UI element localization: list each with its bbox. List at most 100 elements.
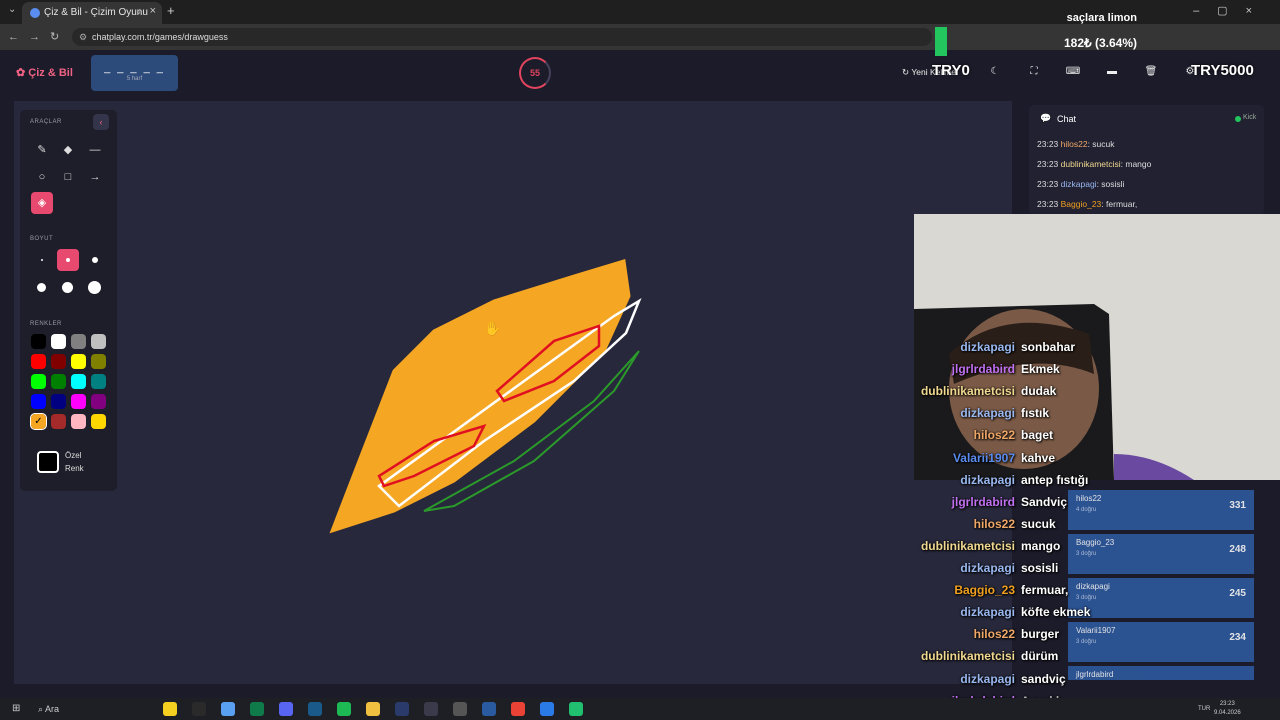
rectangle-icon[interactable]: □ [57,166,79,188]
chat-user: hilos22 [1060,139,1088,149]
edge-icon[interactable] [221,702,235,716]
trash-icon[interactable]: 🗑 [1142,63,1160,81]
size-xl-button[interactable] [57,277,79,299]
start-icon[interactable]: ⊞ [12,703,20,714]
palette-icon: ✿ [16,67,29,79]
new-tab-button[interactable]: + [167,3,175,18]
color-swatch[interactable] [71,414,86,429]
color-swatch[interactable] [31,354,46,369]
chat-app-icon[interactable] [569,702,583,716]
notes-icon[interactable] [540,702,554,716]
color-swatch[interactable] [71,354,86,369]
site-info-icon[interactable]: ⚙ [79,32,87,43]
input-language[interactable]: TUR [1198,706,1210,712]
overlay-chat-text: sonbahar [1021,340,1076,354]
color-swatch[interactable] [91,354,106,369]
leaderboard-points: 331 [1229,500,1246,511]
color-swatch[interactable] [91,334,106,349]
color-swatch[interactable] [71,394,86,409]
taskview-icon[interactable] [192,702,206,716]
color-swatch[interactable] [71,334,86,349]
color-swatch[interactable] [31,374,46,389]
excel-icon[interactable] [250,702,264,716]
address-bar[interactable]: ⚙ chatplay.com.tr/games/drawguess [72,28,932,46]
dark-mode-icon[interactable]: ☾ [986,63,1004,81]
line-icon[interactable]: — [84,139,106,161]
color-swatch[interactable] [91,374,106,389]
keyboard-icon[interactable]: ⌨ [1064,63,1082,81]
leaderboard-name: Baggio_23 [1076,538,1115,547]
leaderboard-points: 248 [1229,544,1246,555]
color-swatch[interactable] [91,414,106,429]
leaderboard-sub: 3 doğru [1076,639,1097,645]
arrow-icon[interactable]: → [84,166,106,188]
donation-amount: 182₺ (3.64%) [1064,36,1138,50]
tab-title: Çiz & Bil - Çizim Oyunu [44,7,148,18]
color-swatch[interactable]: ✓ [30,413,47,430]
overlay-chat-text: antep fıstığı [1021,472,1089,487]
browser-tab[interactable]: Çiz & Bil - Çizim Oyunu ♪ × [22,2,162,24]
overlay-chat-user: dizkapagi [960,406,1015,421]
url-text: chatplay.com.tr/games/drawguess [92,32,228,42]
eraser-icon[interactable]: ◆ [57,139,79,161]
overlay-chat-user: hilos22 [973,627,1015,642]
taskbar-search[interactable]: ⌕ Ara [38,704,59,715]
custom-color-button[interactable] [37,451,59,473]
size-md-button[interactable] [84,249,106,271]
color-swatch[interactable] [91,394,106,409]
tab-audio-icon[interactable]: ♪ [138,6,143,16]
color-swatch[interactable] [51,334,66,349]
window-controls[interactable]: –▢× [1193,4,1270,17]
overlay-chat-text: fıstık [1021,406,1050,421]
tab-favicon-icon [30,8,40,18]
overlay-chat-user: dizkapagi [960,605,1015,620]
color-swatch[interactable] [31,334,46,349]
size-xs-button[interactable] [31,249,53,271]
size-lg-button[interactable] [31,277,53,299]
minecraft-icon[interactable] [453,702,467,716]
size-sm-button[interactable] [57,249,79,271]
copilot-icon[interactable] [163,702,177,716]
color-swatch[interactable] [51,394,66,409]
chat-user: dizkapagi [1060,179,1097,189]
fullscreen-icon[interactable]: ⛶ [1025,63,1043,81]
size-label: BOYUT [30,236,54,242]
explorer-icon[interactable] [366,702,380,716]
fill-bucket-icon[interactable]: ◈ [31,192,53,214]
color-swatch[interactable] [51,354,66,369]
circle-icon[interactable]: ○ [31,166,53,188]
save-icon[interactable]: ▬ [1103,63,1121,81]
discord-icon[interactable] [279,702,293,716]
chat-user: Baggio_23 [1060,199,1102,209]
size-xxl-button[interactable] [84,277,106,299]
nav-buttons[interactable]: ←→↻ [8,30,69,43]
tab-close-icon[interactable]: × [150,5,156,17]
vscode-icon[interactable] [308,702,322,716]
leaderboard-row: dizkapagi 3 doğru 245 [1068,578,1254,618]
leaderboard-name: hilos22 [1076,494,1102,503]
overlay-chat-user: dizkapagi [960,671,1015,686]
color-swatch[interactable] [51,374,66,389]
clock[interactable]: 23:23 9.04.2026 [1214,700,1241,718]
pencil-icon[interactable]: ✎ [31,139,53,161]
color-swatch[interactable] [51,414,66,429]
color-swatch[interactable] [31,394,46,409]
photoshop-icon[interactable] [395,702,409,716]
chat-message: 23:23 Baggio_23: fermuar, [1037,199,1137,209]
app-icon[interactable] [424,702,438,716]
collapse-panel-button[interactable]: ‹ [93,114,109,130]
search-icon: ⌕ [38,704,46,714]
colors-label: RENKLER [30,321,62,327]
drawing-canvas[interactable]: ✋ [14,101,1012,684]
chat-time: 23:23 [1037,199,1061,209]
color-swatch[interactable] [71,374,86,389]
app-logo[interactable]: ✿ Çiz & Bil [16,66,73,79]
chat-bubble-icon: 💬 [1040,113,1052,123]
tools-label: ARAÇLAR [30,119,62,125]
word-icon[interactable] [482,702,496,716]
overlay-chat-user: dublinikametcisi [920,538,1015,553]
chat-time: 23:23 [1037,159,1061,169]
chrome-icon[interactable] [511,702,525,716]
tab-list-chevron-icon[interactable]: ⌄ [8,4,16,15]
spotify-icon[interactable] [337,702,351,716]
